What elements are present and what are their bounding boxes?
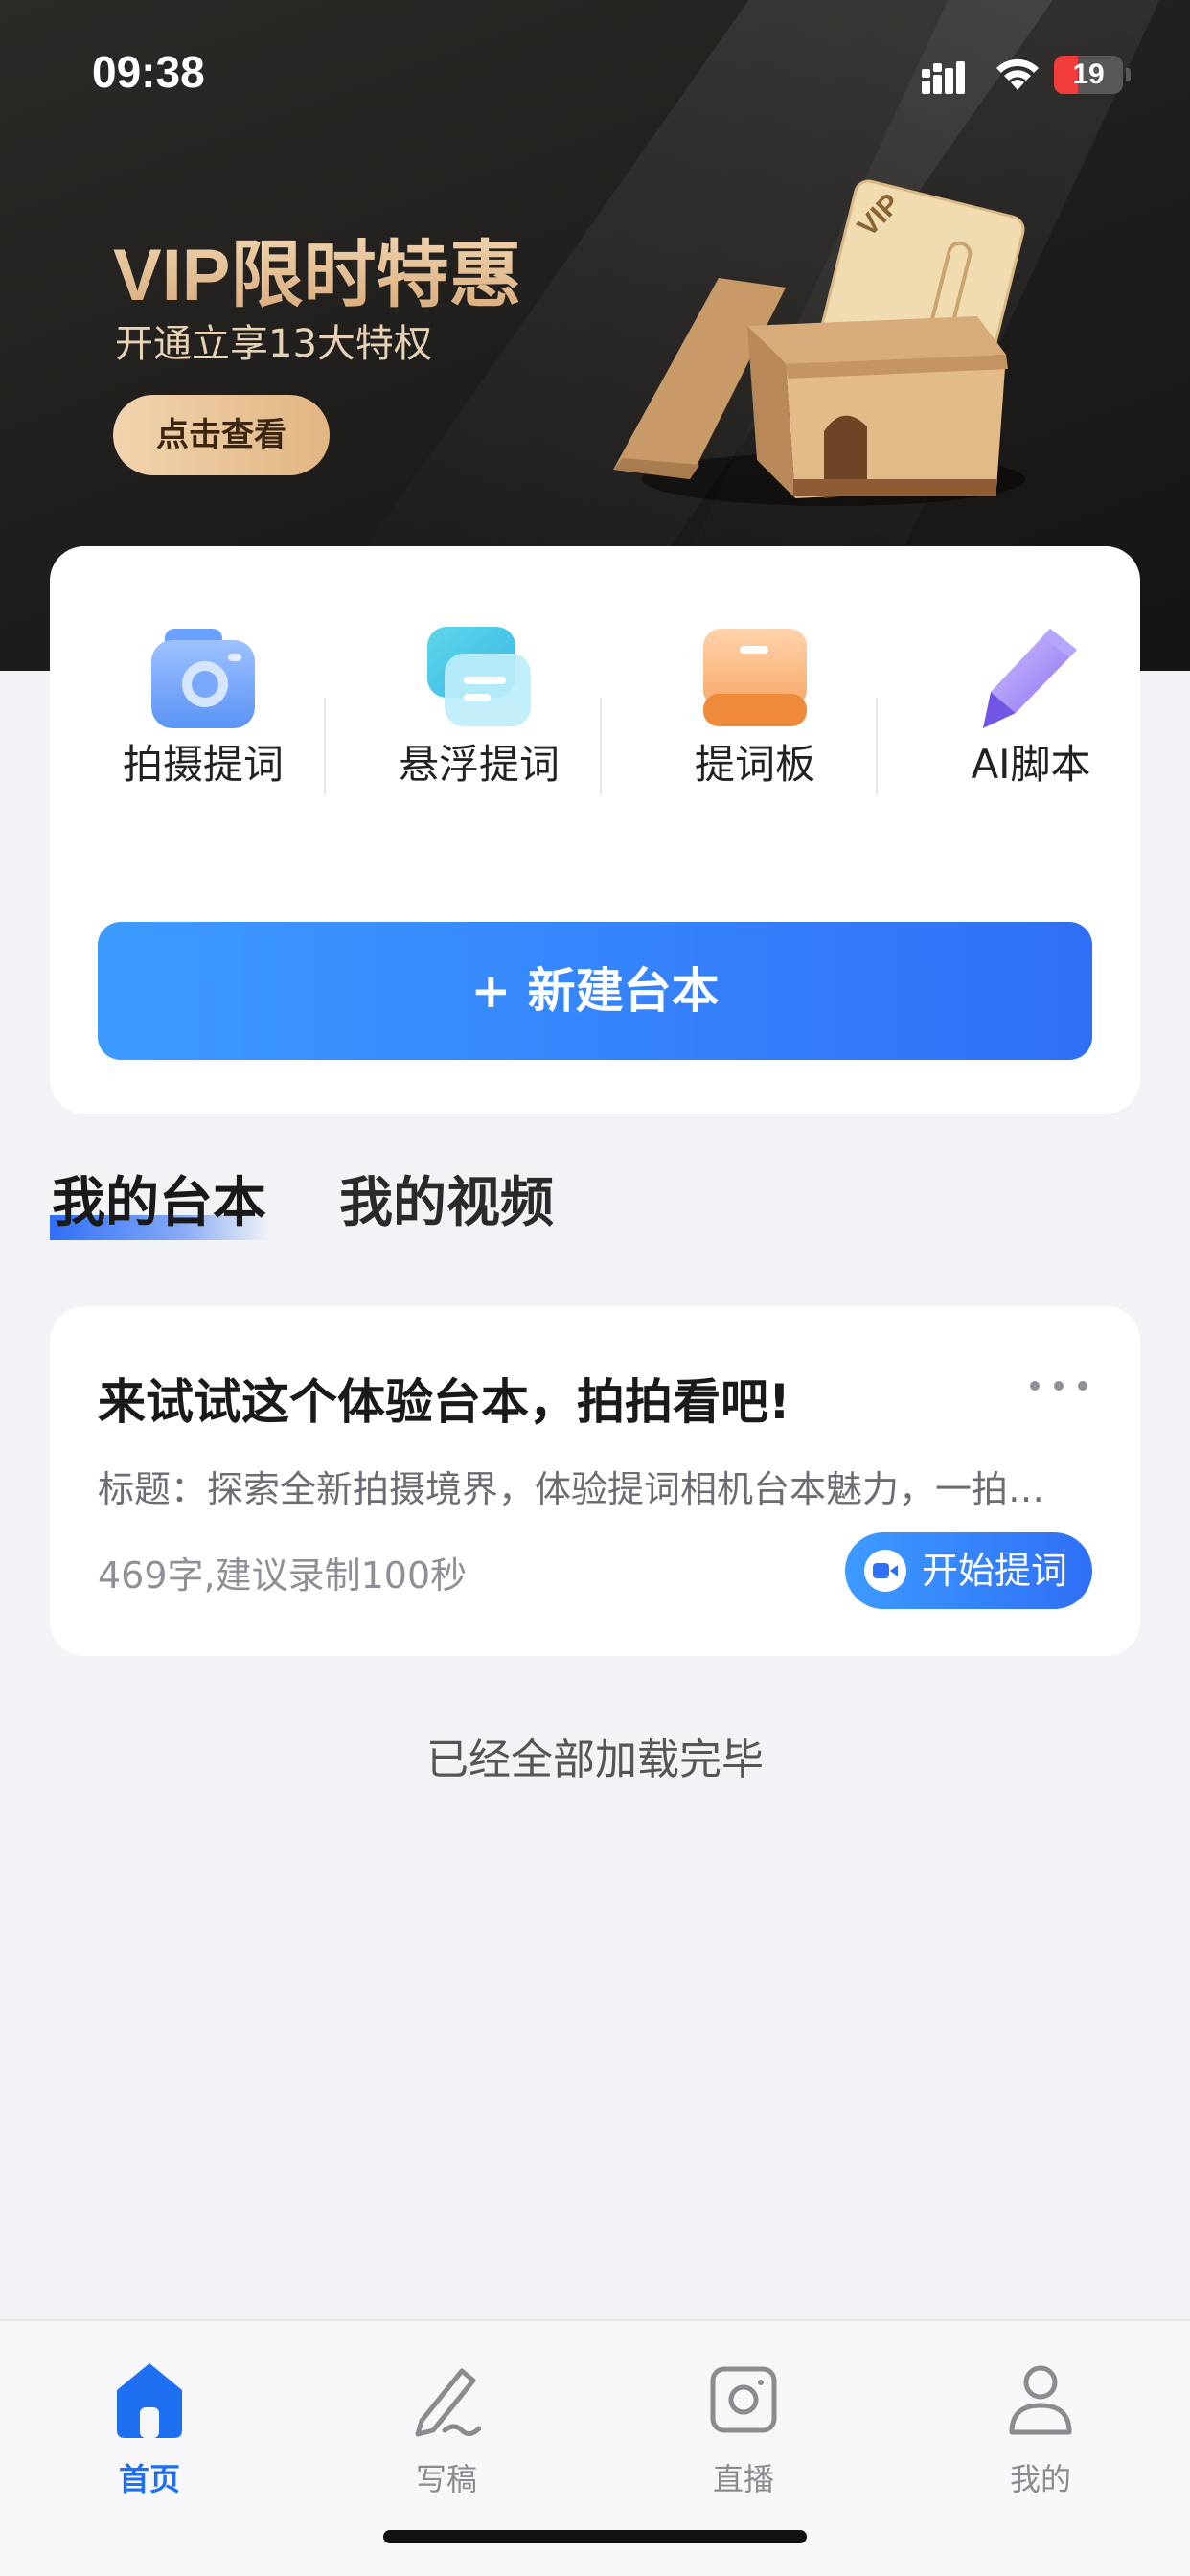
nav-label: 我的 — [1009, 2461, 1071, 2497]
tool-ai-script[interactable]: AI脚本 — [916, 625, 1146, 816]
start-prompter-button[interactable]: 开始提词 — [845, 1532, 1092, 1609]
start-prompter-label: 开始提词 — [922, 1550, 1068, 1592]
tab-label: 我的视频 — [339, 1172, 554, 1234]
tool-label: 提词板 — [694, 741, 815, 788]
tab-my-scripts[interactable]: 我的台本 — [50, 1160, 270, 1240]
script-meta: 469字,建议录制100秒 — [98, 1554, 468, 1597]
floating-window-icon — [427, 627, 531, 726]
camera-icon — [151, 629, 255, 728]
live-icon — [710, 2366, 777, 2433]
board-icon — [703, 629, 807, 726]
more-options-icon[interactable] — [1023, 1371, 1094, 1400]
script-description: 标题：探索全新拍摄境界，体验提词相机台本魅力，一拍即合！ — [98, 1468, 1065, 1510]
all-loaded-text: 已经全部加载完毕 — [426, 1736, 764, 1784]
tool-label: 悬浮提词 — [398, 741, 560, 788]
battery-body: 19 — [1054, 56, 1123, 94]
battery-level: 19 — [1072, 58, 1105, 90]
nav-home[interactable]: 首页 — [54, 2344, 245, 2497]
feature-card: 拍摄提词 悬浮提词 提词板 AI脚本 + 新建台本 — [50, 546, 1140, 1114]
home-indicator — [383, 2530, 807, 2543]
write-icon — [415, 2368, 481, 2437]
tool-prompter-board[interactable]: 提词板 — [640, 625, 870, 816]
home-icon — [117, 2363, 182, 2438]
divider — [876, 698, 878, 795]
nav-label: 写稿 — [415, 2461, 477, 2497]
nav-profile[interactable]: 我的 — [945, 2344, 1136, 2497]
battery-tip — [1126, 68, 1131, 81]
video-camera-icon — [864, 1550, 906, 1592]
nav-label: 首页 — [118, 2461, 180, 2497]
nav-write[interactable]: 写稿 — [351, 2344, 542, 2497]
divider — [600, 698, 602, 795]
nav-label: 直播 — [712, 2461, 774, 2497]
tool-label: 拍摄提词 — [122, 741, 284, 788]
tool-floating-prompter[interactable]: 悬浮提词 — [364, 625, 594, 816]
tool-camera-prompter[interactable]: 拍摄提词 — [88, 625, 318, 816]
vip-gift-box-illustration: VIP — [613, 179, 1025, 506]
promo-subtitle: 开通立享13大特权 — [115, 322, 432, 366]
tool-label: AI脚本 — [971, 741, 1091, 788]
profile-icon — [1009, 2365, 1072, 2435]
signal-icon — [922, 61, 965, 94]
view-promo-button[interactable]: 点击查看 — [113, 395, 330, 475]
status-bar: 09:38 19 — [0, 0, 1190, 144]
wifi-icon — [996, 58, 1039, 90]
tab-label: 我的台本 — [52, 1172, 266, 1234]
promo-title: VIP限时特惠 — [113, 216, 522, 321]
battery-indicator: 19 — [1054, 56, 1131, 94]
status-time: 09:38 — [92, 47, 205, 97]
pen-icon — [983, 629, 1077, 728]
nav-live[interactable]: 直播 — [648, 2344, 839, 2497]
script-title: 来试试这个体验台本，拍拍看吧! — [98, 1374, 790, 1430]
divider — [324, 698, 326, 795]
script-card[interactable]: 来试试这个体验台本，拍拍看吧! 标题：探索全新拍摄境界，体验提词相机台本魅力，一… — [50, 1306, 1140, 1656]
script-tabs: 我的台本 我的视频 — [50, 1160, 721, 1265]
tab-my-videos[interactable]: 我的视频 — [339, 1160, 554, 1237]
new-script-button[interactable]: + 新建台本 — [98, 922, 1092, 1060]
